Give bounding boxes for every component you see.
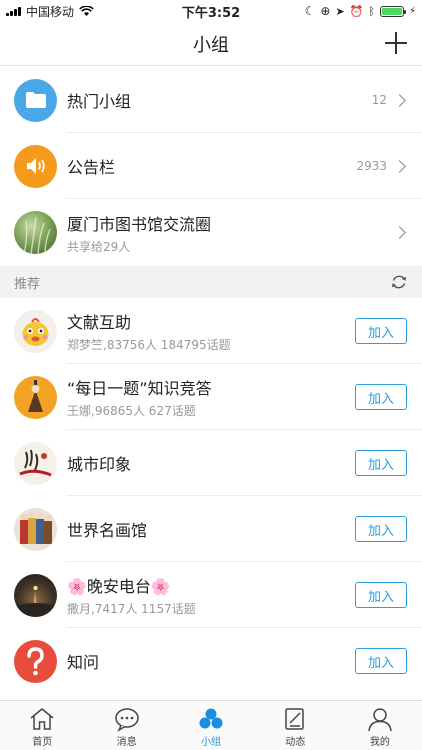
page-title: 小组	[193, 34, 229, 56]
battery-icon	[379, 5, 406, 17]
tab-label: 小组	[201, 737, 222, 748]
row-subtitle: 王娜,96865人 627话题	[67, 404, 196, 418]
chat-icon	[114, 708, 139, 732]
row-title: 厦门市图书馆交流圈	[67, 214, 212, 234]
tab-label: 首页	[32, 737, 53, 748]
location-icon: ➤	[335, 4, 345, 18]
wifi-icon	[79, 5, 94, 16]
row-title: 热门小组	[67, 92, 132, 111]
row-title: “每日一题”知识竞答	[67, 379, 212, 398]
status-bar: 中国移动 下午3:52 ☾ ⊕ ➤ ⏰ ᛒ ⚡	[0, 0, 422, 22]
recommend-item[interactable]: “每日一题”知识竞答 王娜,96865人 627话题 加入	[0, 364, 422, 430]
tab-home[interactable]: 首页	[0, 701, 84, 750]
avatar	[14, 375, 57, 419]
speaker-icon	[14, 144, 57, 188]
avatar	[14, 573, 57, 617]
folder-icon	[14, 78, 57, 122]
avatar	[14, 507, 57, 551]
row-count: 12	[371, 93, 387, 107]
row-subtitle: 撒月,7417人 1157话题	[67, 602, 196, 616]
recommend-item[interactable]: 城市印象 加入	[0, 430, 422, 496]
tab-bar: 首页 消息 小组 动态 我的	[0, 700, 422, 750]
avatar	[14, 309, 57, 353]
grass-photo-icon	[14, 211, 57, 254]
tab-label: 消息	[116, 737, 137, 748]
avatar	[14, 441, 57, 485]
chevron-right-icon	[393, 159, 406, 173]
library-circle-row[interactable]: 厦门市图书馆交流圈 共享给29人	[0, 199, 422, 266]
row-subtitle: 共享给29人	[67, 239, 131, 254]
tab-label: 我的	[369, 737, 390, 748]
recommend-label: 推荐	[14, 276, 41, 292]
row-count: 2933	[356, 159, 387, 173]
content: 热门小组 12 公告栏 2933 厦门市图书馆交流圈 共享给29人 推荐 文献互…	[0, 67, 422, 694]
home-icon	[30, 708, 54, 730]
bulletin-row[interactable]: 公告栏 2933	[0, 133, 422, 199]
recommend-header: 推荐	[0, 266, 422, 298]
row-title: 文献互助	[67, 313, 132, 332]
charging-icon: ⚡	[408, 5, 416, 17]
chevron-right-icon	[393, 226, 406, 239]
row-title: 知问	[67, 653, 100, 672]
user-icon	[368, 708, 392, 732]
row-title: 🌸晚安电台🌸	[67, 577, 171, 596]
carrier-label: 中国移动	[26, 4, 75, 19]
row-title: 世界名画馆	[67, 521, 148, 540]
row-title: 公告栏	[67, 158, 116, 177]
tab-me[interactable]: 我的	[338, 701, 422, 750]
alarm-icon: ⏰	[349, 4, 364, 18]
add-icon[interactable]	[382, 29, 410, 57]
recommend-item[interactable]: 文献互助 郑梦竺,83756人 184795话题 加入	[0, 298, 422, 364]
hot-groups-row[interactable]: 热门小组 12	[0, 67, 422, 133]
edit-icon	[285, 708, 305, 730]
join-button[interactable]: 加入	[355, 450, 407, 476]
join-button[interactable]: 加入	[355, 384, 407, 410]
nav-bar: 小组	[0, 22, 422, 66]
tab-feed[interactable]: 动态	[253, 701, 337, 750]
recommend-item[interactable]: 知问 加入	[0, 628, 422, 694]
rotation-lock-icon: ⊕	[320, 4, 331, 18]
join-button[interactable]: 加入	[355, 648, 407, 674]
moon-icon: ☾	[304, 4, 316, 18]
join-button[interactable]: 加入	[355, 582, 407, 608]
row-subtitle: 郑梦竺,83756人 184795话题	[67, 338, 231, 352]
signal-icon	[6, 6, 21, 16]
tab-messages[interactable]: 消息	[84, 701, 168, 750]
question-icon	[14, 639, 57, 683]
recommend-item[interactable]: 🌸晚安电台🌸 撒月,7417人 1157话题 加入	[0, 562, 422, 628]
join-button[interactable]: 加入	[355, 318, 407, 344]
chevron-right-icon	[393, 93, 406, 107]
bluetooth-icon: ᛒ	[368, 4, 375, 18]
refresh-icon[interactable]	[390, 273, 408, 291]
row-title: 城市印象	[67, 455, 132, 474]
recommend-item[interactable]: 世界名画馆 加入	[0, 496, 422, 562]
tab-label: 动态	[285, 737, 306, 748]
tab-groups[interactable]: 小组	[169, 701, 253, 750]
group-icon	[199, 708, 223, 729]
join-button[interactable]: 加入	[355, 516, 407, 542]
